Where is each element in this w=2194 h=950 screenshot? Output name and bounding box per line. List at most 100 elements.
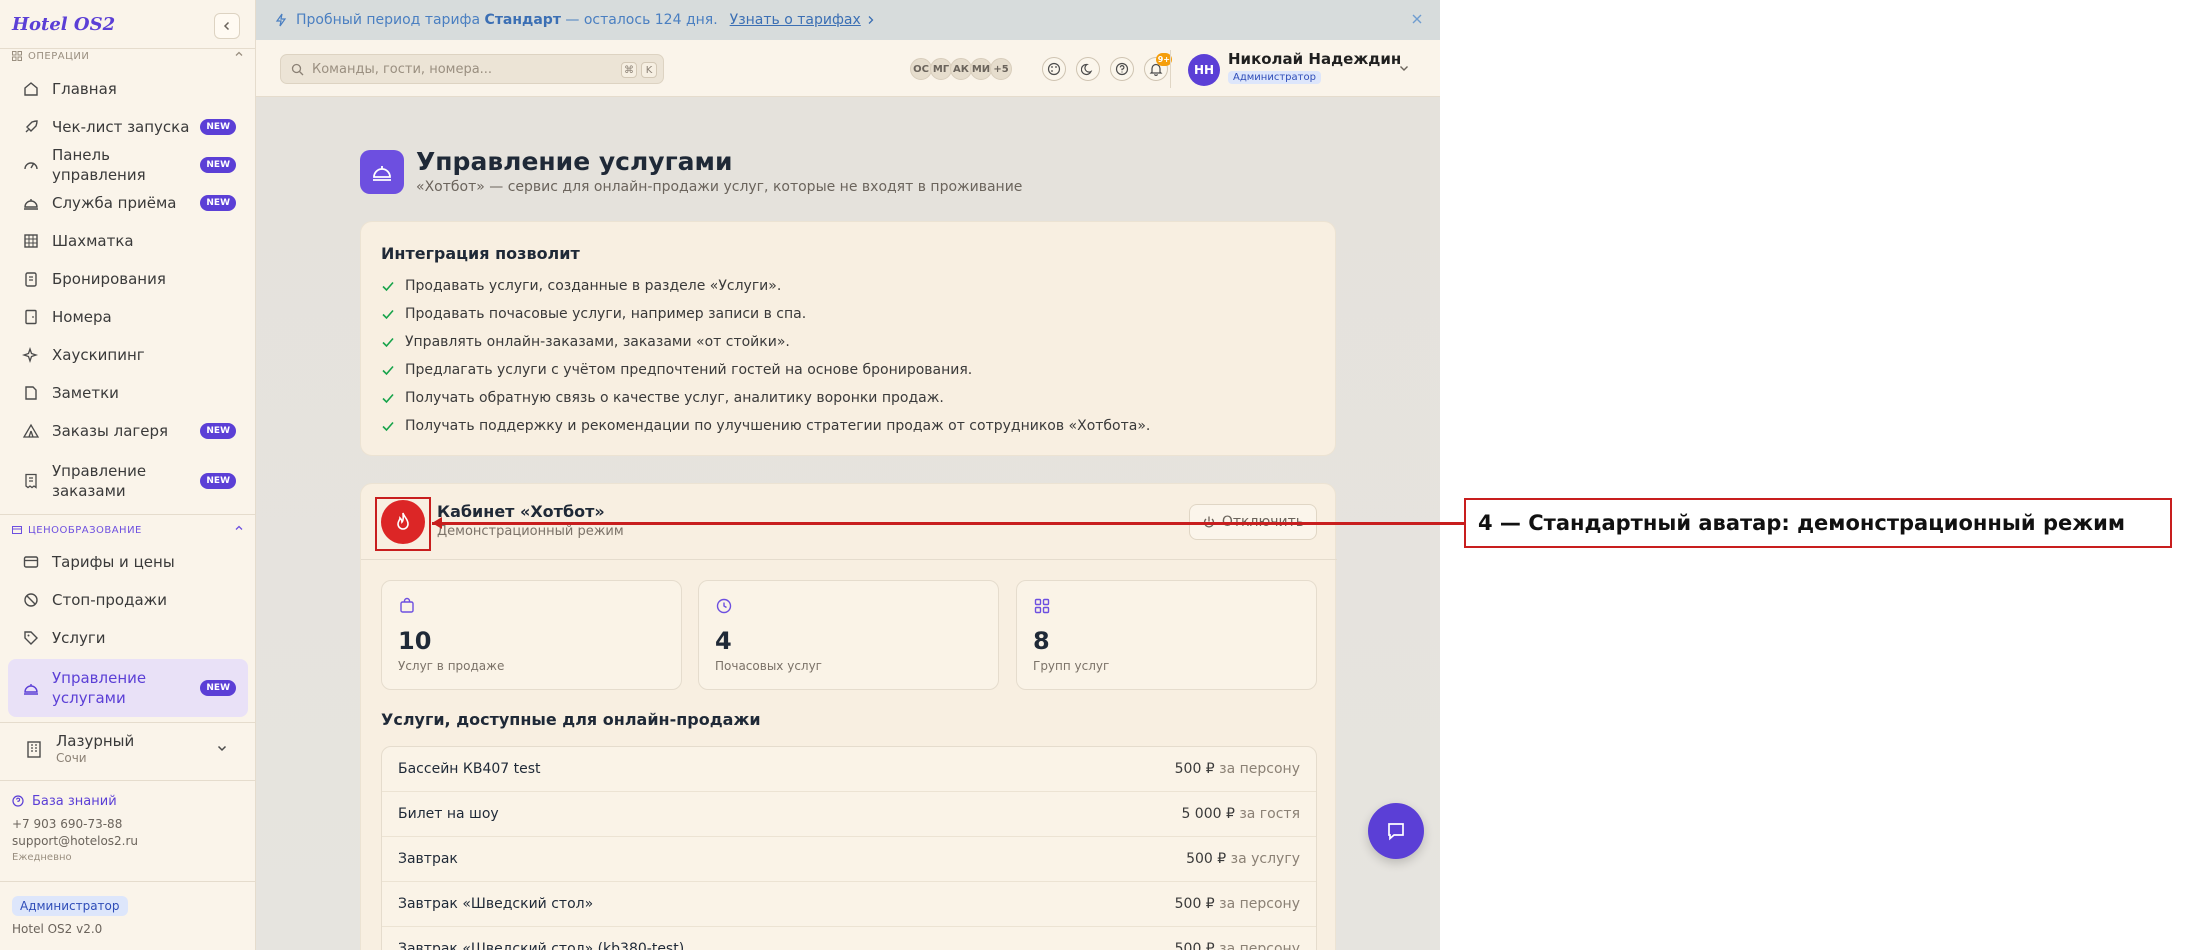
presence-avatar[interactable]: МИ [970,58,992,80]
sidebar-item-rooms[interactable]: Номера [8,300,248,334]
sidebar-item-chessboard[interactable]: Шахматка [8,224,248,258]
service-row[interactable]: Завтрак «Шведский стол» 500 ₽ за персону [382,882,1316,927]
sidebar-item-front-desk[interactable]: Служба приёма NEW [8,186,248,220]
chevron-up-icon [234,49,244,59]
new-badge: NEW [200,473,236,489]
card-icon [22,553,40,571]
header-separator [1170,50,1171,88]
theme-toggle-button[interactable] [1076,57,1100,81]
chevron-right-icon [867,15,875,25]
service-row[interactable]: Завтрак «Шведский стол» (kb380-test) 500… [382,927,1316,950]
presence-more[interactable]: +5 [990,58,1012,80]
sidebar-item-label: Шахматка [52,232,134,250]
stat-services-on-sale: 10 Услуг в продаже [381,580,682,690]
chevron-down-icon[interactable] [1398,62,1410,74]
banner-suffix: — осталось 124 дня. [565,12,718,28]
presence-avatar[interactable]: ОС [910,58,932,80]
sidebar-collapse-button[interactable] [214,13,240,39]
palette-icon [1047,62,1061,76]
sidebar-item-camp-orders[interactable]: Заказы лагеря NEW [8,414,248,448]
feature-text: Получать обратную связь о качестве услуг… [405,390,944,406]
chat-button[interactable] [1368,803,1424,859]
chat-icon [1388,823,1404,841]
hotbot-cabinet-card: Кабинет «Хотбот» Демонстрационный режим … [360,483,1337,950]
user-avatar[interactable]: НН [1188,54,1220,86]
support-email[interactable]: support@hotelos2.ru [12,833,244,850]
sidebar-item-label: Тарифы и цены [52,553,175,571]
sidebar-item-home[interactable]: Главная [8,72,248,106]
notifications-button[interactable]: 9+ [1144,53,1172,81]
sidebar-item-dashboard[interactable]: Панель управления NEW [8,146,248,184]
user-name[interactable]: Николай Надеждин [1228,50,1401,68]
hotel-name: Лазурный [56,732,135,750]
help-button[interactable] [1110,57,1134,81]
command-search[interactable]: ⌘ K [280,54,664,84]
presence-avatar[interactable]: МГ [930,58,952,80]
stat-label: Групп услуг [1033,659,1110,673]
tent-icon [22,422,40,440]
feature-item: Получать поддержку и рекомендации по улу… [381,416,1150,436]
gauge-icon [22,156,40,174]
sidebar-item-launch-checklist[interactable]: Чек-лист запуска NEW [8,110,248,144]
sidebar-item-rates[interactable]: Тарифы и цены [8,545,248,579]
clipboard-icon [22,270,40,288]
feature-text: Получать поддержку и рекомендации по улу… [405,418,1151,434]
close-icon[interactable] [1410,12,1424,26]
palette-button[interactable] [1042,57,1066,81]
price-unit: за услугу [1230,851,1300,867]
service-name: Билет на шоу [398,806,499,822]
new-badge: NEW [200,157,236,173]
search-input[interactable] [312,61,612,77]
section-pricing-header[interactable]: ЦЕНООБРАЗОВАНИЕ [12,522,244,538]
online-users[interactable]: ОС МГ АК МИ +5 [910,58,1012,80]
support-block: База знаний +7 903 690-73-88 support@hot… [12,792,244,866]
knowledge-base-link[interactable]: База знаний [12,792,244,810]
chevron-down-icon [216,742,228,754]
stat-label: Почасовых услуг [715,659,822,673]
service-price: 5 000 ₽ за гостя [1181,806,1300,822]
check-icon [381,279,397,293]
home-icon [22,80,40,98]
service-row[interactable]: Бассейн КВ407 test 500 ₽ за персону [382,747,1316,792]
hotel-switcher[interactable]: Лазурный Сочи [8,722,248,776]
presence-avatar[interactable]: АК [950,58,972,80]
tariffs-link[interactable]: Узнать о тарифах [730,12,861,28]
sidebar-item-bookings[interactable]: Бронирования [8,262,248,296]
price-unit: за персону [1219,941,1300,950]
sidebar-divider [0,780,256,781]
support-phone[interactable]: +7 903 690-73-88 [12,816,244,833]
section-operations-header[interactable]: ОПЕРАЦИИ [12,48,244,64]
sidebar-item-label: Управление услугами [52,669,147,707]
page-subtitle: «Хотбот» — сервис для онлайн-продажи усл… [416,179,1023,195]
help-circle-icon [1115,62,1129,76]
cabinet-title: Кабинет «Хотбот» [437,502,605,521]
new-badge: NEW [200,680,236,696]
service-row[interactable]: Завтрак 500 ₽ за услугу [382,837,1316,882]
price-value: 5 000 ₽ [1181,806,1235,822]
stat-value: 10 [398,627,432,655]
role-badge: Администратор [12,896,128,916]
sidebar-item-services[interactable]: Услуги [8,621,248,655]
sidebar-item-label: Чек-лист запуска [52,118,190,136]
service-row[interactable]: Билет на шоу 5 000 ₽ за гостя [382,792,1316,837]
sidebar-item-notes[interactable]: Заметки [8,376,248,410]
section-title: ОПЕРАЦИИ [28,50,90,62]
brand-logo[interactable]: Hotel OS2 [12,14,115,35]
sidebar-item-label: Служба приёма [52,194,177,212]
stat-value: 4 [715,627,732,655]
section-title: ЦЕНООБРАЗОВАНИЕ [28,524,142,536]
feature-text: Продавать почасовые услуги, например зап… [405,306,807,322]
cabinet-mode: Демонстрационный режим [437,524,624,539]
sidebar-item-housekeeping[interactable]: Хаускипинг [8,338,248,372]
sidebar-item-service-management[interactable]: Управление услугами NEW [8,659,248,717]
banner-prefix: Пробный период тарифа [296,12,481,28]
hotel-city: Сочи [56,751,87,765]
sidebar-item-order-management[interactable]: Управление заказами NEW [8,452,248,510]
annotation-highlight-box [375,497,431,551]
kbd-cmd: ⌘ [621,62,637,78]
sidebar-item-label: Заметки [52,384,119,402]
price-value: 500 ₽ [1186,851,1227,867]
new-badge: NEW [200,423,236,439]
sidebar-item-stop-sales[interactable]: Стоп-продажи [8,583,248,617]
banner-plan: Стандарт [484,12,561,28]
